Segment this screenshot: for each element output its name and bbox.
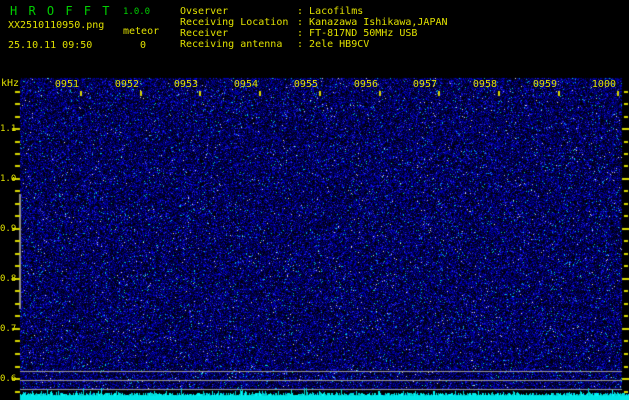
time-tick-label: 0959 [532, 79, 557, 90]
freq-tick-label: 0.9 [0, 224, 17, 234]
station-info: Ovserver: Lacofilms Receiving Location: K… [180, 6, 448, 50]
date-time-label: 25.10.11 09:50 [8, 40, 93, 51]
freq-tick-label: 0.6 [0, 374, 17, 384]
freq-axis-unit: kHz [1, 78, 20, 89]
time-tick-label: 0954 [233, 79, 258, 90]
info-separator: : [297, 6, 310, 17]
time-tick-label: 0957 [412, 79, 437, 90]
time-tick-label: 0951 [54, 79, 79, 90]
info-label: Receiving antenna [180, 39, 283, 50]
info-separator: : [297, 17, 310, 28]
app-version: 1.0.0 [123, 7, 151, 17]
app-title: H R O F F T [10, 4, 112, 18]
info-row: Ovserver: Lacofilms [180, 6, 448, 17]
time-tick-label: 1000 [591, 79, 616, 90]
info-row: Receiving antenna: 2ele HB9CV [180, 39, 448, 50]
freq-tick-label: 1.0 [0, 174, 17, 184]
info-value: Kanazawa Ishikawa,JAPAN [309, 17, 448, 28]
freq-tick-label: 0.7 [0, 324, 17, 334]
info-value: FT-817ND 50MHz USB [309, 28, 418, 39]
freq-tick-label: 1.1 [0, 124, 17, 134]
info-row: Receiving Location: Kanazawa Ishikawa,JA… [180, 17, 448, 28]
info-separator: : [297, 39, 310, 50]
echo-count: 0 [140, 40, 147, 51]
mode-label: meteor [123, 26, 160, 37]
info-value: 2ele HB9CV [309, 39, 370, 50]
time-tick-label: 0953 [173, 79, 198, 90]
info-label: Ovserver [180, 6, 229, 17]
output-filename: XX2510110950.png [8, 20, 105, 31]
spectrogram-canvas [0, 0, 629, 400]
freq-tick-label: 0.8 [0, 274, 17, 284]
info-label: Receiver [180, 28, 229, 39]
time-tick-label: 0956 [353, 79, 378, 90]
time-tick-label: 0955 [293, 79, 318, 90]
info-row: Receiver: FT-817ND 50MHz USB [180, 28, 448, 39]
info-label: Receiving Location [180, 17, 289, 28]
info-value: Lacofilms [309, 6, 364, 17]
time-tick-label: 0958 [472, 79, 497, 90]
hrofft-screen: H R O F F T 1.0.0 XX2510110950.png meteo… [0, 0, 629, 400]
time-tick-label: 0952 [114, 79, 139, 90]
info-separator: : [297, 28, 310, 39]
